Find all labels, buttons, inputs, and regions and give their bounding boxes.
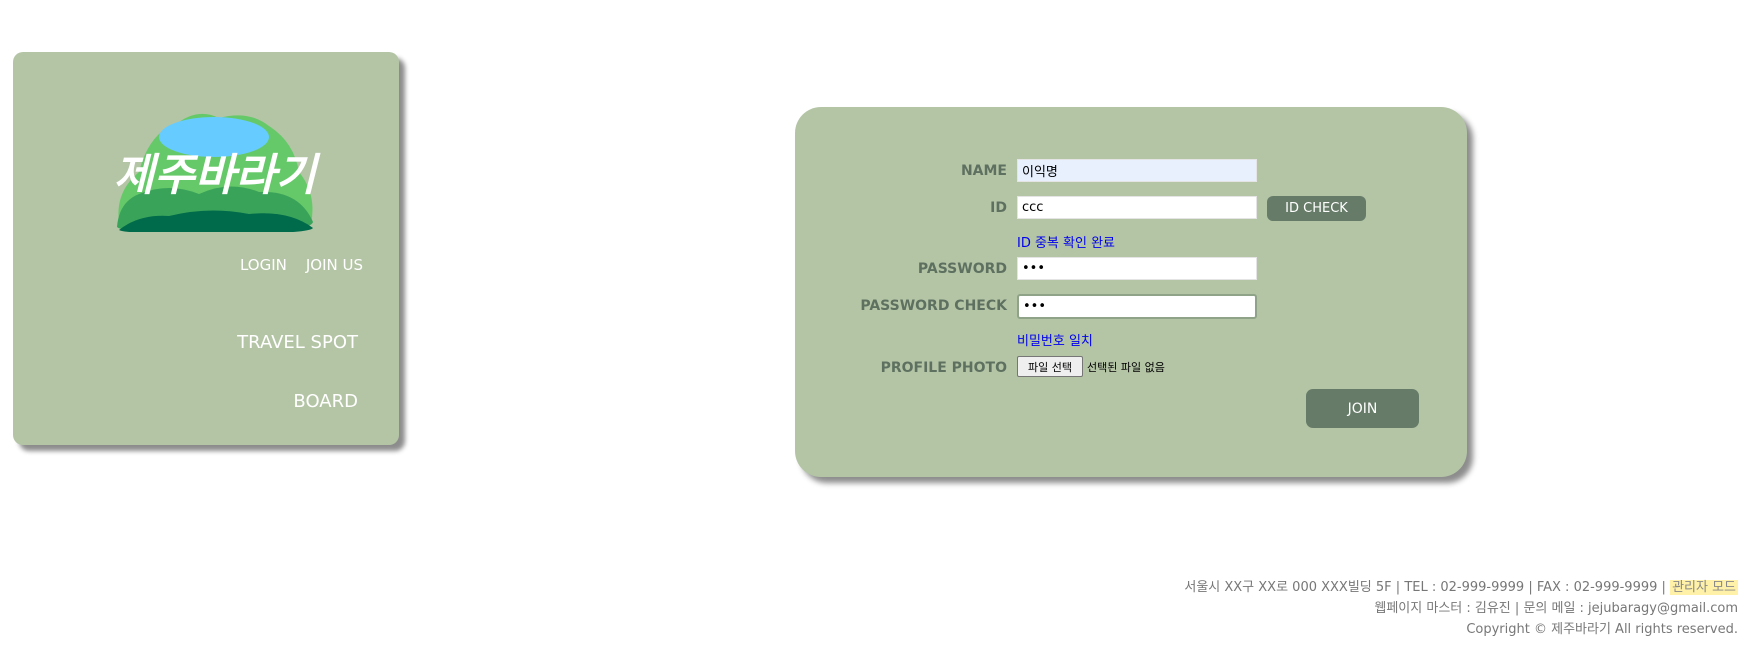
join-us-link[interactable]: JOIN US [306,256,363,274]
footer-webmaster: 웹페이지 마스터 : 김유진 [1374,601,1511,616]
footer-tel: TEL : 02-999-9999 [1404,580,1525,595]
logo-image[interactable]: 제주바라기 [109,102,321,232]
header-links: LOGIN JOIN US [240,256,363,274]
password-label: PASSWORD [917,261,1007,277]
id-input[interactable] [1017,196,1257,219]
password-check-label: PASSWORD CHECK [860,298,1007,314]
file-select-button[interactable]: 파일 선택 [1017,356,1083,377]
id-label: ID [990,200,1007,216]
name-input[interactable] [1017,159,1257,182]
join-button[interactable]: JOIN [1306,389,1419,428]
password-check-input[interactable] [1017,294,1257,319]
footer-copyright: Copyright © 제주바라기 All rights reserved. [1466,622,1738,637]
admin-mode-link[interactable]: 관리자 모드 [1670,580,1738,595]
footer-line-1: 서울시 XX구 XX로 000 XXX빌딩 5F | TEL : 02-999-… [1184,580,1738,595]
footer-contact: 문의 메일 : jejubaragy@gmail.com [1523,601,1738,616]
id-check-message: ID 중복 확인 완료 [1017,236,1116,251]
id-check-button[interactable]: ID CHECK [1267,196,1366,221]
password-match-message: 비밀번호 일치 [1017,334,1093,349]
join-form-card: NAME ID ID CHECK ID 중복 확인 완료 PASSWORD PA… [795,107,1467,477]
footer: 서울시 XX구 XX로 000 XXX빌딩 5F | TEL : 02-999-… [1184,577,1738,640]
footer-line-2: 웹페이지 마스터 : 김유진 | 문의 메일 : jejubaragy@gmai… [1374,601,1738,616]
logo-text: 제주바라기 [114,150,321,201]
sidebar: 제주바라기 LOGIN JOIN US TRAVEL SPOT BOARD [13,52,399,445]
footer-fax: FAX : 02-999-9999 [1536,580,1658,595]
footer-address: 서울시 XX구 XX로 000 XXX빌딩 5F [1184,580,1392,595]
file-status-text: 선택된 파일 없음 [1087,361,1165,374]
profile-photo-label: PROFILE PHOTO [880,360,1007,376]
nav-board[interactable]: BOARD [293,391,358,412]
password-input[interactable] [1017,257,1257,280]
login-link[interactable]: LOGIN [240,256,287,274]
name-label: NAME [960,163,1007,179]
nav-travel-spot[interactable]: TRAVEL SPOT [237,332,358,353]
